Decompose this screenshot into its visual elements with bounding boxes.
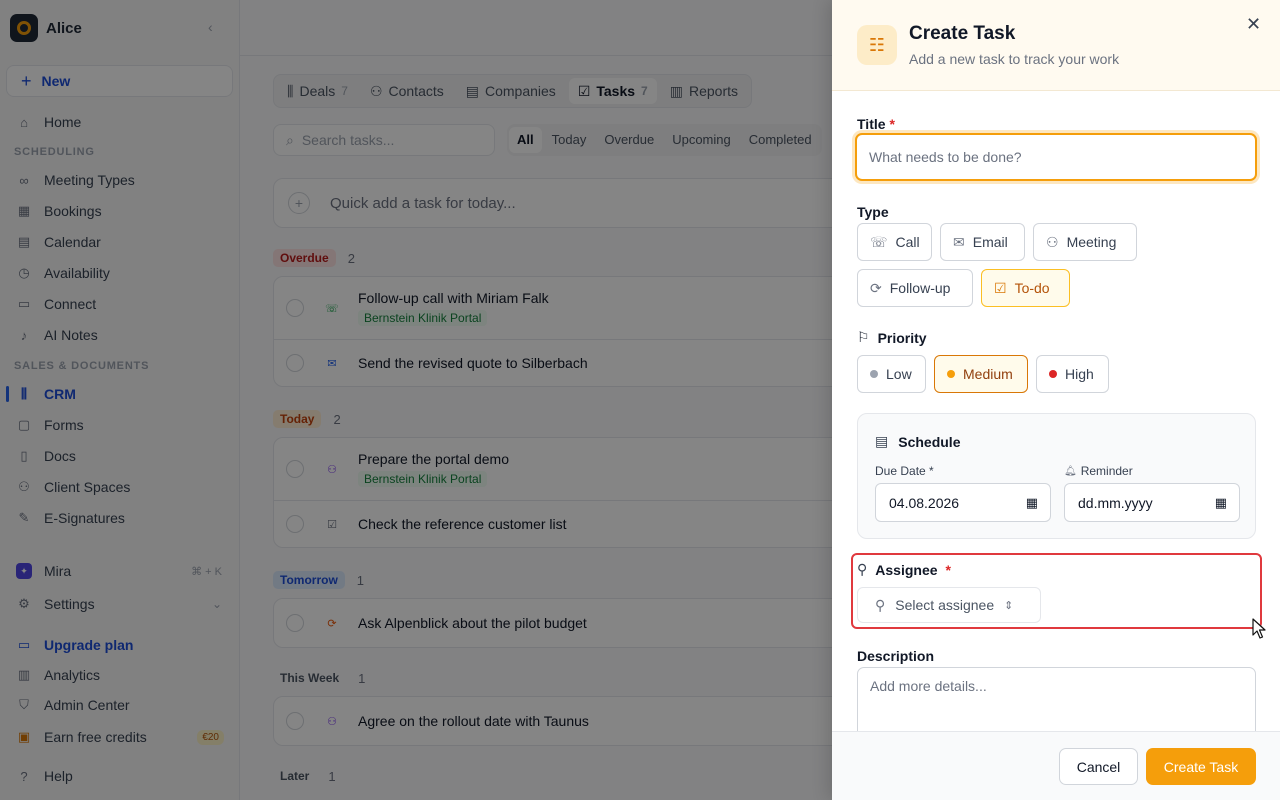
due-date-label: Due Date * [875, 464, 934, 478]
priority-high-button[interactable]: High [1036, 355, 1109, 393]
title-input[interactable] [855, 133, 1257, 181]
bell-icon: 🔔︎ [1064, 465, 1077, 477]
title-label: Title * [857, 116, 895, 132]
calendar-icon: ▤ [875, 433, 889, 449]
gray-dot-icon [870, 370, 878, 378]
phone-icon: ☏ [870, 233, 888, 250]
checkbox-icon: ☑ [994, 279, 1007, 296]
type-label-text: Email [972, 234, 1008, 250]
mouse-cursor-icon [1252, 618, 1266, 639]
priority-medium-button[interactable]: Medium [934, 355, 1028, 393]
assignee-placeholder: Select assignee [895, 597, 995, 613]
assignee-label-text: Assignee [875, 561, 938, 578]
schedule-section: ▤ Schedule Due Date * 04.08.2026 ▦ 🔔︎ Re… [857, 413, 1256, 539]
priority-label-text: Priority [877, 329, 927, 346]
create-task-button[interactable]: Create Task [1146, 748, 1256, 785]
type-label-text: Call [895, 234, 920, 250]
cancel-button[interactable]: Cancel [1059, 748, 1138, 785]
reminder-label-text: Reminder [1080, 464, 1133, 478]
type-label: Type [857, 204, 889, 220]
schedule-title: ▤ Schedule [875, 433, 960, 450]
type-email-button[interactable]: ✉ Email [940, 223, 1025, 261]
flag-icon: ⚐ [857, 329, 870, 345]
priority-low-button[interactable]: Low [857, 355, 926, 393]
user-icon: ⚲ [857, 561, 868, 577]
close-icon[interactable]: ✕ [1246, 14, 1261, 35]
title-label-text: Title [857, 116, 886, 132]
type-label-text: Meeting [1066, 234, 1117, 250]
type-call-button[interactable]: ☏ Call [857, 223, 932, 261]
reminder-value: dd.mm.yyyy [1078, 494, 1153, 511]
type-todo-button[interactable]: ☑ To-do [981, 269, 1070, 307]
type-label-text: To-do [1014, 280, 1050, 296]
red-dot-icon [1049, 370, 1057, 378]
assignee-select[interactable]: ⚲ Select assignee ⇕ [857, 587, 1041, 623]
mail-icon: ✉ [953, 233, 965, 250]
type-follow-up-button[interactable]: ⟳ Follow-up [857, 269, 973, 307]
description-label: Description [857, 648, 935, 664]
amber-dot-icon [947, 370, 955, 378]
required-mark: * [889, 116, 895, 132]
panel-footer: Cancel Create Task [832, 731, 1280, 800]
create-task-panel: ☷ Create Task Add a new task to track yo… [832, 0, 1280, 800]
priority-text: Low [886, 366, 912, 382]
panel-title: Create Task [909, 23, 1016, 44]
type-label-text: Follow-up [889, 280, 951, 296]
priority-label: ⚐ Priority [857, 329, 927, 346]
chevron-up-down-icon: ⇕ [1004, 599, 1014, 612]
user-icon: ⚲ [875, 596, 886, 613]
modal-backdrop[interactable] [0, 0, 832, 800]
assignee-label: ⚲ Assignee * [857, 561, 951, 578]
calendar-icon[interactable]: ▦ [1215, 495, 1227, 511]
priority-text: Medium [963, 366, 1013, 382]
panel-header: ☷ Create Task Add a new task to track yo… [832, 0, 1280, 91]
task-list-icon: ☷ [857, 25, 897, 65]
priority-text: High [1065, 366, 1094, 382]
panel-subtitle: Add a new task to track your work [909, 51, 1120, 67]
refresh-icon: ⟳ [870, 279, 882, 296]
reminder-input[interactable]: dd.mm.yyyy ▦ [1064, 483, 1240, 522]
due-date-input[interactable]: 04.08.2026 ▦ [875, 483, 1051, 522]
type-meeting-button[interactable]: ⚇ Meeting [1033, 223, 1137, 261]
calendar-icon[interactable]: ▦ [1026, 495, 1038, 511]
reminder-label: 🔔︎ Reminder [1064, 464, 1133, 478]
users-icon: ⚇ [1046, 233, 1059, 250]
schedule-label: Schedule [898, 433, 961, 450]
required-mark: * [945, 561, 951, 578]
due-date-value: 04.08.2026 [889, 494, 960, 511]
